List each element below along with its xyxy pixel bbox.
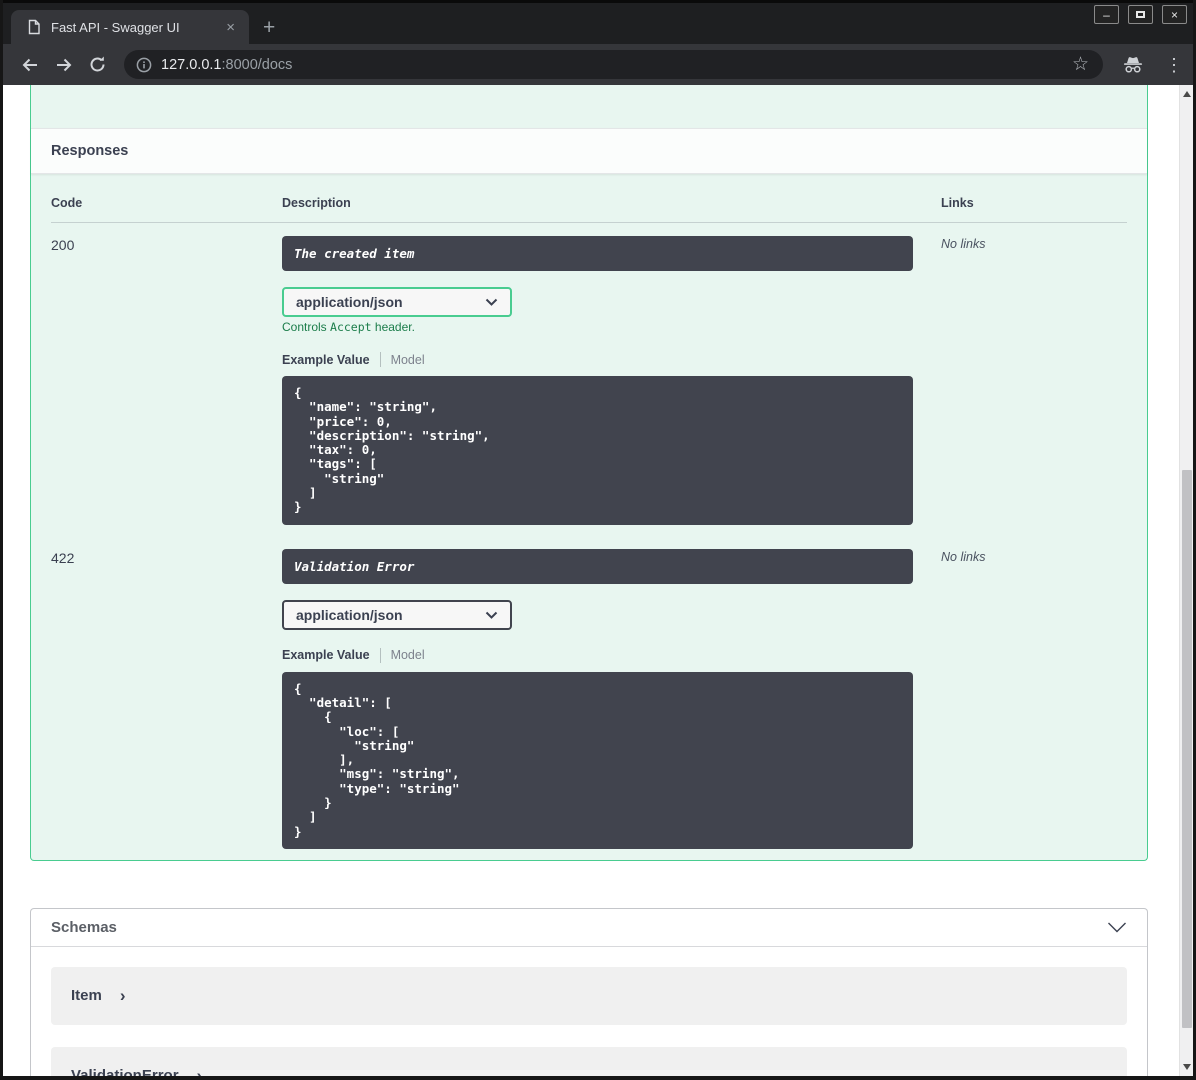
page-content: Responses Code Description Links 200 The… <box>3 85 1193 1076</box>
media-type-value: application/json <box>296 294 403 310</box>
tab-example-value[interactable]: Example Value <box>282 353 370 367</box>
maximize-button[interactable] <box>1128 5 1153 24</box>
col-header-description: Description <box>282 196 351 210</box>
browser-tab[interactable]: Fast API - Swagger UI × <box>11 10 249 44</box>
accept-header-hint: Controls Accept header. <box>282 320 913 334</box>
page-icon <box>27 19 41 35</box>
schema-item-row[interactable]: Item › <box>51 966 1127 1025</box>
post-opblock: Responses Code Description Links 200 The… <box>30 85 1148 861</box>
example-model-tabs: Example Value Model <box>282 647 913 663</box>
example-json-422: { "detail": [ { "loc": [ "string" ], "ms… <box>282 671 913 849</box>
response-description-text: Validation Error <box>294 558 415 574</box>
back-button[interactable] <box>20 55 40 75</box>
new-tab-button[interactable]: + <box>263 17 275 38</box>
response-description: Validation Error <box>282 548 913 584</box>
browser-menu-icon[interactable]: ⋮ <box>1165 56 1183 74</box>
maximize-icon <box>1136 11 1145 18</box>
responses-table: Code Description Links 200 The created i… <box>31 174 1147 860</box>
schema-name: ValidationError <box>71 1067 179 1076</box>
tab-strip: Fast API - Swagger UI × + – × <box>3 0 1193 44</box>
tab-model[interactable]: Model <box>391 353 425 367</box>
reload-button[interactable] <box>88 55 107 74</box>
tab-example-value[interactable]: Example Value <box>282 648 370 662</box>
chevron-right-icon: › <box>196 1066 203 1076</box>
hint-code: Accept <box>330 320 372 334</box>
scroll-up-arrow-icon[interactable] <box>1183 91 1191 97</box>
url-bar[interactable]: 127.0.0.1:8000/docs ☆ <box>124 50 1103 79</box>
example-model-tabs: Example Value Model <box>282 352 913 367</box>
tab-title: Fast API - Swagger UI <box>51 19 180 35</box>
chevron-down-icon <box>485 298 498 306</box>
col-header-links: Links <box>941 196 974 210</box>
minimize-icon: – <box>1103 7 1110 22</box>
close-button[interactable]: × <box>1162 5 1187 24</box>
responses-section-header: Responses <box>31 128 1147 174</box>
chevron-down-icon <box>1108 922 1126 933</box>
minimize-button[interactable]: – <box>1094 5 1119 24</box>
schemas-body: Item › ValidationError › <box>31 947 1147 1076</box>
schema-name: Item <box>71 987 102 1005</box>
col-header-code: Code <box>51 196 83 210</box>
media-type-select[interactable]: application/json <box>282 287 512 317</box>
browser-toolbar: 127.0.0.1:8000/docs ☆ ⋮ <box>3 44 1193 85</box>
tab-separator <box>379 647 381 663</box>
media-type-value: application/json <box>296 606 403 623</box>
window-controls: – × <box>1094 5 1187 24</box>
browser-window: Fast API - Swagger UI × + – × 127.0.0.1:… <box>0 0 1196 1080</box>
hint-suffix: header. <box>371 320 415 334</box>
response-code: 200 <box>51 237 75 253</box>
media-type-select[interactable]: application/json <box>282 599 512 630</box>
tab-close-icon[interactable]: × <box>222 19 239 36</box>
response-description-cell: Validation Error application/json Exampl… <box>282 548 913 849</box>
forward-button[interactable] <box>54 55 74 75</box>
tab-separator <box>379 352 381 367</box>
chevron-right-icon: › <box>119 986 126 1006</box>
scroll-down-arrow-icon[interactable] <box>1183 1064 1191 1070</box>
url-host: 127.0.0.1 <box>161 56 222 73</box>
schema-validationerror-row[interactable]: ValidationError › <box>51 1046 1127 1076</box>
schemas-header[interactable]: Schemas <box>31 909 1147 947</box>
responses-table-header: Code Description Links <box>51 196 1127 223</box>
page-scrollbar[interactable] <box>1179 85 1193 1076</box>
response-description-text: The created item <box>294 246 415 261</box>
scrollbar-thumb[interactable] <box>1182 470 1192 1028</box>
tab-model[interactable]: Model <box>391 648 425 662</box>
incognito-icon <box>1122 56 1144 74</box>
bookmark-star-icon[interactable]: ☆ <box>1068 55 1093 74</box>
responses-title: Responses <box>51 143 129 159</box>
example-json-200: { "name": "string", "price": 0, "descrip… <box>282 376 913 525</box>
schemas-section: Schemas Item › ValidationError › <box>30 907 1148 1076</box>
url-text: 127.0.0.1:8000/docs <box>161 57 1068 73</box>
response-description: The created item <box>282 236 913 271</box>
chevron-down-icon <box>485 611 498 619</box>
response-row-422: 422 Validation Error application/json Ex… <box>51 536 1127 860</box>
opblock-spacer <box>31 85 1147 128</box>
schemas-title: Schemas <box>51 918 117 936</box>
close-icon: × <box>1170 7 1178 22</box>
response-row-200: 200 The created item application/json Co… <box>51 223 1127 536</box>
response-links: No links <box>941 237 986 251</box>
response-code: 422 <box>51 549 75 566</box>
hint-prefix: Controls <box>282 320 331 334</box>
response-description-cell: The created item application/json Contro… <box>282 236 913 525</box>
url-path: :8000/docs <box>221 56 293 73</box>
response-links: No links <box>941 549 986 564</box>
site-info-icon[interactable] <box>136 57 152 73</box>
